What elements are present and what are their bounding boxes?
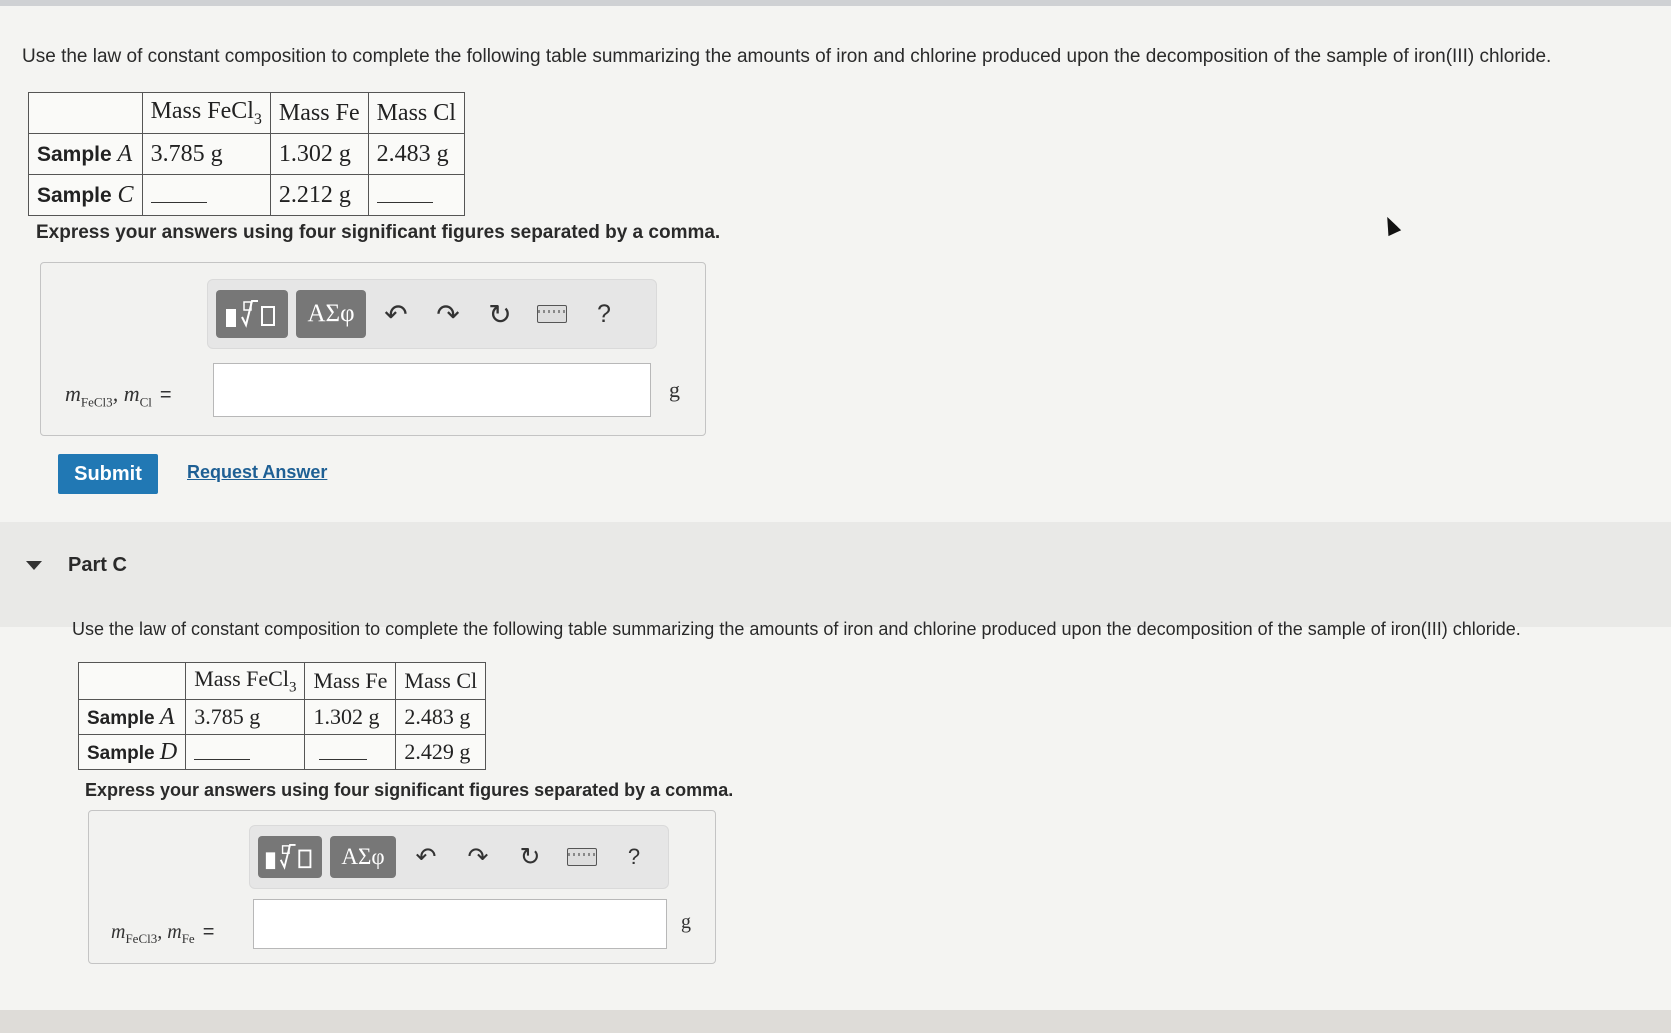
row-label: Sample A [77, 699, 187, 735]
part-title: Part C [68, 554, 127, 576]
table-row: Sample A 3.785 g 1.302 g 2.483 g [77, 699, 487, 735]
redo-icon[interactable]: ↷ [456, 836, 500, 878]
table-header-cell [28, 92, 143, 134]
answer-box: ΑΣφ ↶ ↷ ↻ ? mFeCl3, mCl = g [40, 262, 706, 436]
table-cell: 3.785 g [141, 133, 271, 175]
table-header-cell: Mass Fe [304, 662, 397, 700]
help-icon[interactable]: ? [582, 290, 626, 338]
keyboard-icon[interactable] [530, 290, 574, 338]
table-header-cell: Mass Fe [269, 92, 369, 134]
question-text: Use the law of constant composition to c… [72, 619, 1521, 639]
table-header-cell: Mass FeCl3 [185, 662, 306, 700]
table-cell: 2.212 g [269, 174, 369, 216]
table-header-row: Mass FeCl3 Mass Fe Mass Cl [77, 662, 487, 700]
answer-variable-label: mFeCl3, mFe = [111, 921, 215, 946]
data-table: Mass FeCl3 Mass Fe Mass Cl Sample A 3.78… [77, 662, 487, 770]
table-header-cell: Mass Cl [367, 92, 465, 134]
answer-input[interactable] [253, 899, 667, 949]
answer-input[interactable] [213, 363, 651, 417]
table-cell: 2.483 g [367, 133, 465, 175]
table-header-cell [77, 662, 187, 700]
bottom-edge [0, 1010, 1671, 1033]
top-bar [0, 0, 1671, 6]
request-answer-link[interactable]: Request Answer [187, 462, 327, 483]
data-table: Mass FeCl3 Mass Fe Mass Cl Sample A 3.78… [28, 92, 465, 216]
undo-icon[interactable]: ↶ [374, 290, 418, 338]
fraction-root-template-icon[interactable] [258, 836, 322, 878]
mouse-cursor-icon [1380, 213, 1402, 237]
undo-icon[interactable]: ↶ [404, 836, 448, 878]
redo-icon[interactable]: ↷ [426, 290, 470, 338]
answer-box: ΑΣφ ↶ ↷ ↻ ? mFeCl3, mFe = g [88, 810, 716, 964]
instruction-text: Express your answers using four signific… [36, 222, 721, 243]
question-text: Use the law of constant composition to c… [22, 46, 1552, 67]
table-header-cell: Mass FeCl3 [141, 92, 271, 134]
table-cell: 2.483 g [395, 699, 487, 735]
math-toolbar: ΑΣφ ↶ ↷ ↻ ? [249, 825, 669, 889]
table-header-cell: Mass Cl [395, 662, 487, 700]
fraction-root-template-icon[interactable] [216, 290, 288, 338]
blank-cell [304, 734, 397, 770]
unit-label: g [669, 377, 680, 402]
collapse-caret-icon[interactable] [26, 561, 42, 570]
instruction-text: Express your answers using four signific… [85, 780, 734, 800]
row-label: Sample C [28, 174, 143, 216]
greek-symbols-button[interactable]: ΑΣφ [296, 290, 366, 338]
table-row: Sample C 2.212 g [28, 174, 465, 216]
row-label: Sample A [28, 133, 143, 175]
unit-label: g [681, 911, 691, 933]
part-c-header[interactable] [0, 522, 1671, 627]
row-label: Sample D [77, 734, 187, 770]
reset-icon[interactable]: ↻ [508, 836, 552, 878]
table-cell: 3.785 g [185, 699, 306, 735]
submit-button[interactable]: Submit [58, 454, 158, 494]
table-cell: 1.302 g [304, 699, 397, 735]
greek-symbols-button[interactable]: ΑΣφ [330, 836, 396, 878]
keyboard-icon[interactable] [560, 836, 604, 878]
blank-cell [185, 734, 306, 770]
table-row: Sample D 2.429 g [77, 734, 487, 770]
help-icon[interactable]: ? [612, 836, 656, 878]
table-row: Sample A 3.785 g 1.302 g 2.483 g [28, 133, 465, 175]
reset-icon[interactable]: ↻ [478, 290, 522, 338]
blank-cell [367, 174, 465, 216]
answer-variable-label: mFeCl3, mCl = [65, 381, 172, 410]
math-toolbar: ΑΣφ ↶ ↷ ↻ ? [207, 279, 657, 349]
table-cell: 1.302 g [269, 133, 369, 175]
table-cell: 2.429 g [395, 734, 487, 770]
table-header-row: Mass FeCl3 Mass Fe Mass Cl [28, 92, 465, 134]
blank-cell [141, 174, 271, 216]
